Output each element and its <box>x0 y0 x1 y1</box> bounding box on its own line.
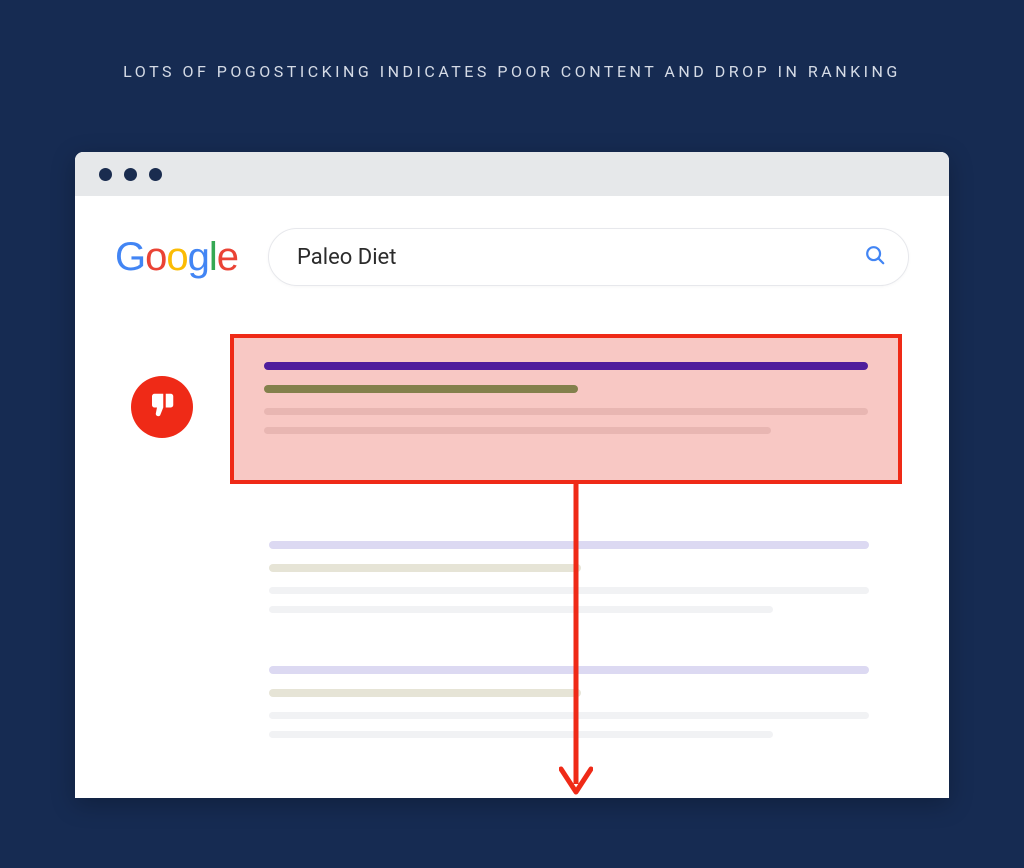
result-snippet-placeholder <box>269 712 869 719</box>
browser-window: Google Paleo Diet <box>75 152 949 798</box>
result-snippet-placeholder <box>264 408 868 415</box>
arrow-down-icon <box>559 484 593 798</box>
traffic-light-dot <box>149 168 162 181</box>
result-snippet-placeholder <box>269 606 773 613</box>
page-heading: LOTS OF POGOSTICKING INDICATES POOR CONT… <box>0 0 1024 81</box>
result-title-placeholder <box>269 666 869 674</box>
result-snippet-placeholder <box>269 731 773 738</box>
result-title-placeholder <box>269 541 869 549</box>
logo-letter: o <box>166 235 187 279</box>
traffic-light-dot <box>124 168 137 181</box>
result-snippet-placeholder <box>264 427 771 434</box>
thumb-down-badge <box>131 376 193 438</box>
ghost-result <box>269 666 869 750</box>
ghost-result <box>269 541 869 625</box>
search-results <box>75 306 949 326</box>
search-input[interactable]: Paleo Diet <box>268 228 909 286</box>
thumb-down-icon <box>147 390 177 424</box>
traffic-light-dot <box>99 168 112 181</box>
window-title-bar <box>75 152 949 196</box>
logo-letter: e <box>217 235 238 279</box>
search-header: Google Paleo Diet <box>75 196 949 306</box>
logo-letter: l <box>209 235 217 279</box>
search-query-text: Paleo Diet <box>297 245 396 270</box>
google-logo: Google <box>115 235 238 280</box>
result-url-placeholder <box>264 385 578 393</box>
highlighted-result[interactable] <box>230 334 902 484</box>
search-icon[interactable] <box>864 244 886 270</box>
logo-letter: G <box>115 235 145 279</box>
result-title-placeholder <box>264 362 868 370</box>
logo-letter: g <box>188 235 209 279</box>
result-url-placeholder <box>269 689 581 697</box>
result-url-placeholder <box>269 564 581 572</box>
logo-letter: o <box>145 235 166 279</box>
result-snippet-placeholder <box>269 587 869 594</box>
